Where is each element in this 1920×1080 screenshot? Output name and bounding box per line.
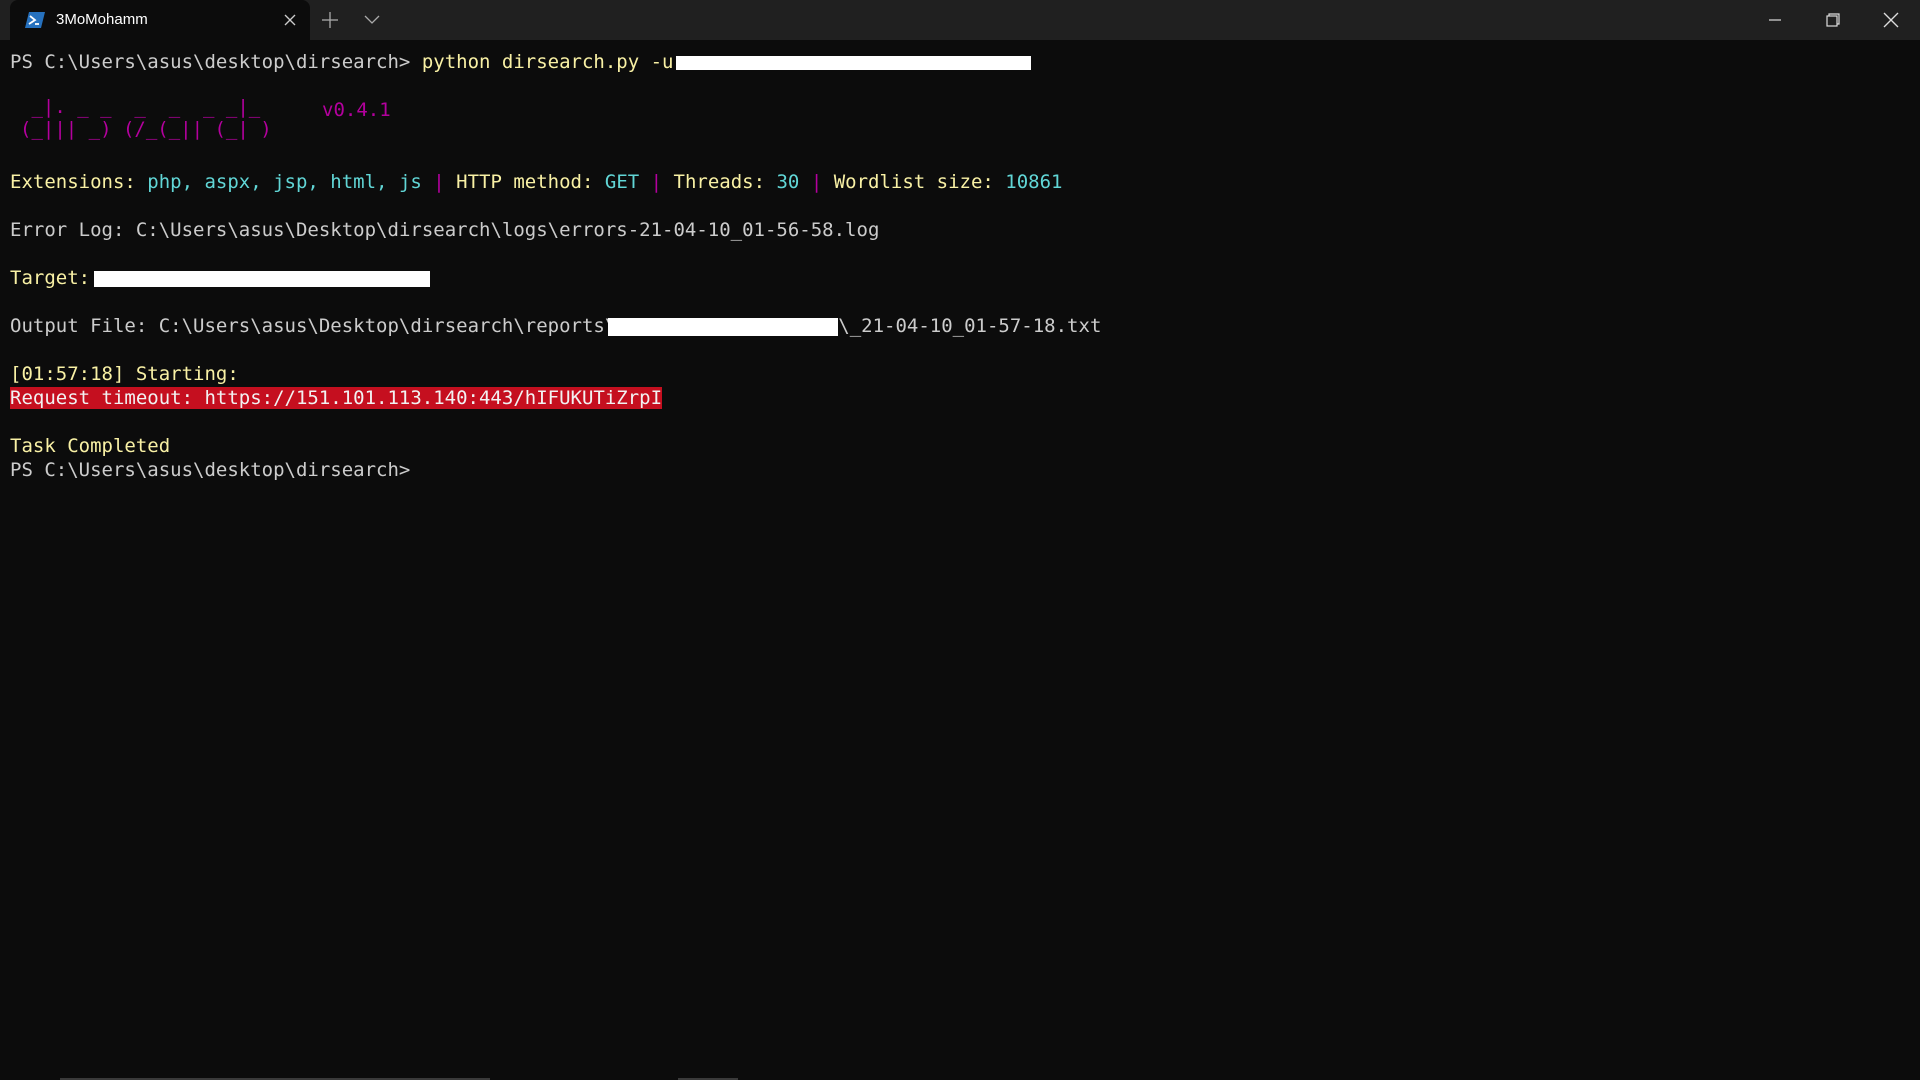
method-value: GET [604,171,640,193]
config-line: Extensions: php, aspx, jsp, html, js | H… [10,170,1063,194]
redacted-url [675,55,1031,70]
separator: | [421,171,457,193]
new-tab-icon[interactable] [318,9,342,31]
minimize-icon[interactable] [1746,0,1804,40]
command-text: python dirsearch.py -u [421,51,674,73]
output-file-line: Output File: C:\Users\asus\Desktop\dirse… [10,314,1101,338]
error-line: Request timeout: https://151.101.113.140… [10,386,663,410]
prompt: PS C:\Users\asus\desktop\dirsearch> [10,51,411,73]
starting-text: [01:57:18] Starting: [10,363,251,385]
final-prompt: PS C:\Users\asus\desktop\dirsearch> [10,459,411,481]
tab-title: 3MoMohamm [56,11,148,28]
close-icon[interactable] [1862,0,1920,40]
method-label: HTTP method: [456,171,605,193]
output-path-suffix: \_21-04-10_01-57-18.txt [838,315,1102,337]
threads-value: 30 [776,171,800,193]
output-label: Output File: [10,315,159,337]
separator: | [799,171,834,193]
request-timeout-error: Request timeout: https://151.101.113.140… [10,387,663,409]
task-completed-line: Task Completed [10,434,170,458]
wordlist-value: 10861 [1005,171,1063,193]
banner-line-1: _|. _ _ _ _ _ _|_ [20,96,261,118]
restore-icon[interactable] [1804,0,1862,40]
error-log-path: C:\Users\asus\Desktop\dirsearch\logs\err… [135,219,880,241]
version-label: v0.4.1 [322,99,391,121]
terminal-tab[interactable]: 3MoMohamm [10,0,310,40]
error-log-line: Error Log: C:\Users\asus\Desktop\dirsear… [10,218,879,242]
close-tab-icon[interactable] [280,10,300,30]
error-log-label: Error Log: [10,219,136,241]
task-completed-text: Task Completed [10,435,171,457]
output-path-prefix: C:\Users\asus\Desktop\dirsearch\reports\ [158,315,617,337]
starting-line: [01:57:18] Starting: [10,362,250,386]
chevron-down-icon[interactable] [360,9,384,31]
command-line: PS C:\Users\asus\desktop\dirsearch> pyth… [10,50,1031,74]
banner-line-2: (_||| _) (/_(_|| (_| ) [20,118,272,140]
redacted-target [93,270,430,287]
redacted-output-name [608,317,839,336]
threads-label: Threads: [673,171,777,193]
wordlist-label: Wordlist size: [833,171,1006,193]
dirsearch-banner: _|. _ _ _ _ _ _|_ (_||| _) (/_(_|| (_| ) [20,96,272,140]
terminal-output[interactable]: PS C:\Users\asus\desktop\dirsearch> pyth… [0,40,1920,1078]
title-bar: 3MoMohamm [0,0,1920,40]
extensions-value: php, aspx, jsp, html, js [147,171,422,193]
separator: | [639,171,674,193]
powershell-icon [25,11,45,29]
extensions-label: Extensions: [10,171,148,193]
final-prompt-line: PS C:\Users\asus\desktop\dirsearch> [10,458,410,482]
target-label: Target: [10,267,102,289]
target-line: Target: [10,266,430,290]
